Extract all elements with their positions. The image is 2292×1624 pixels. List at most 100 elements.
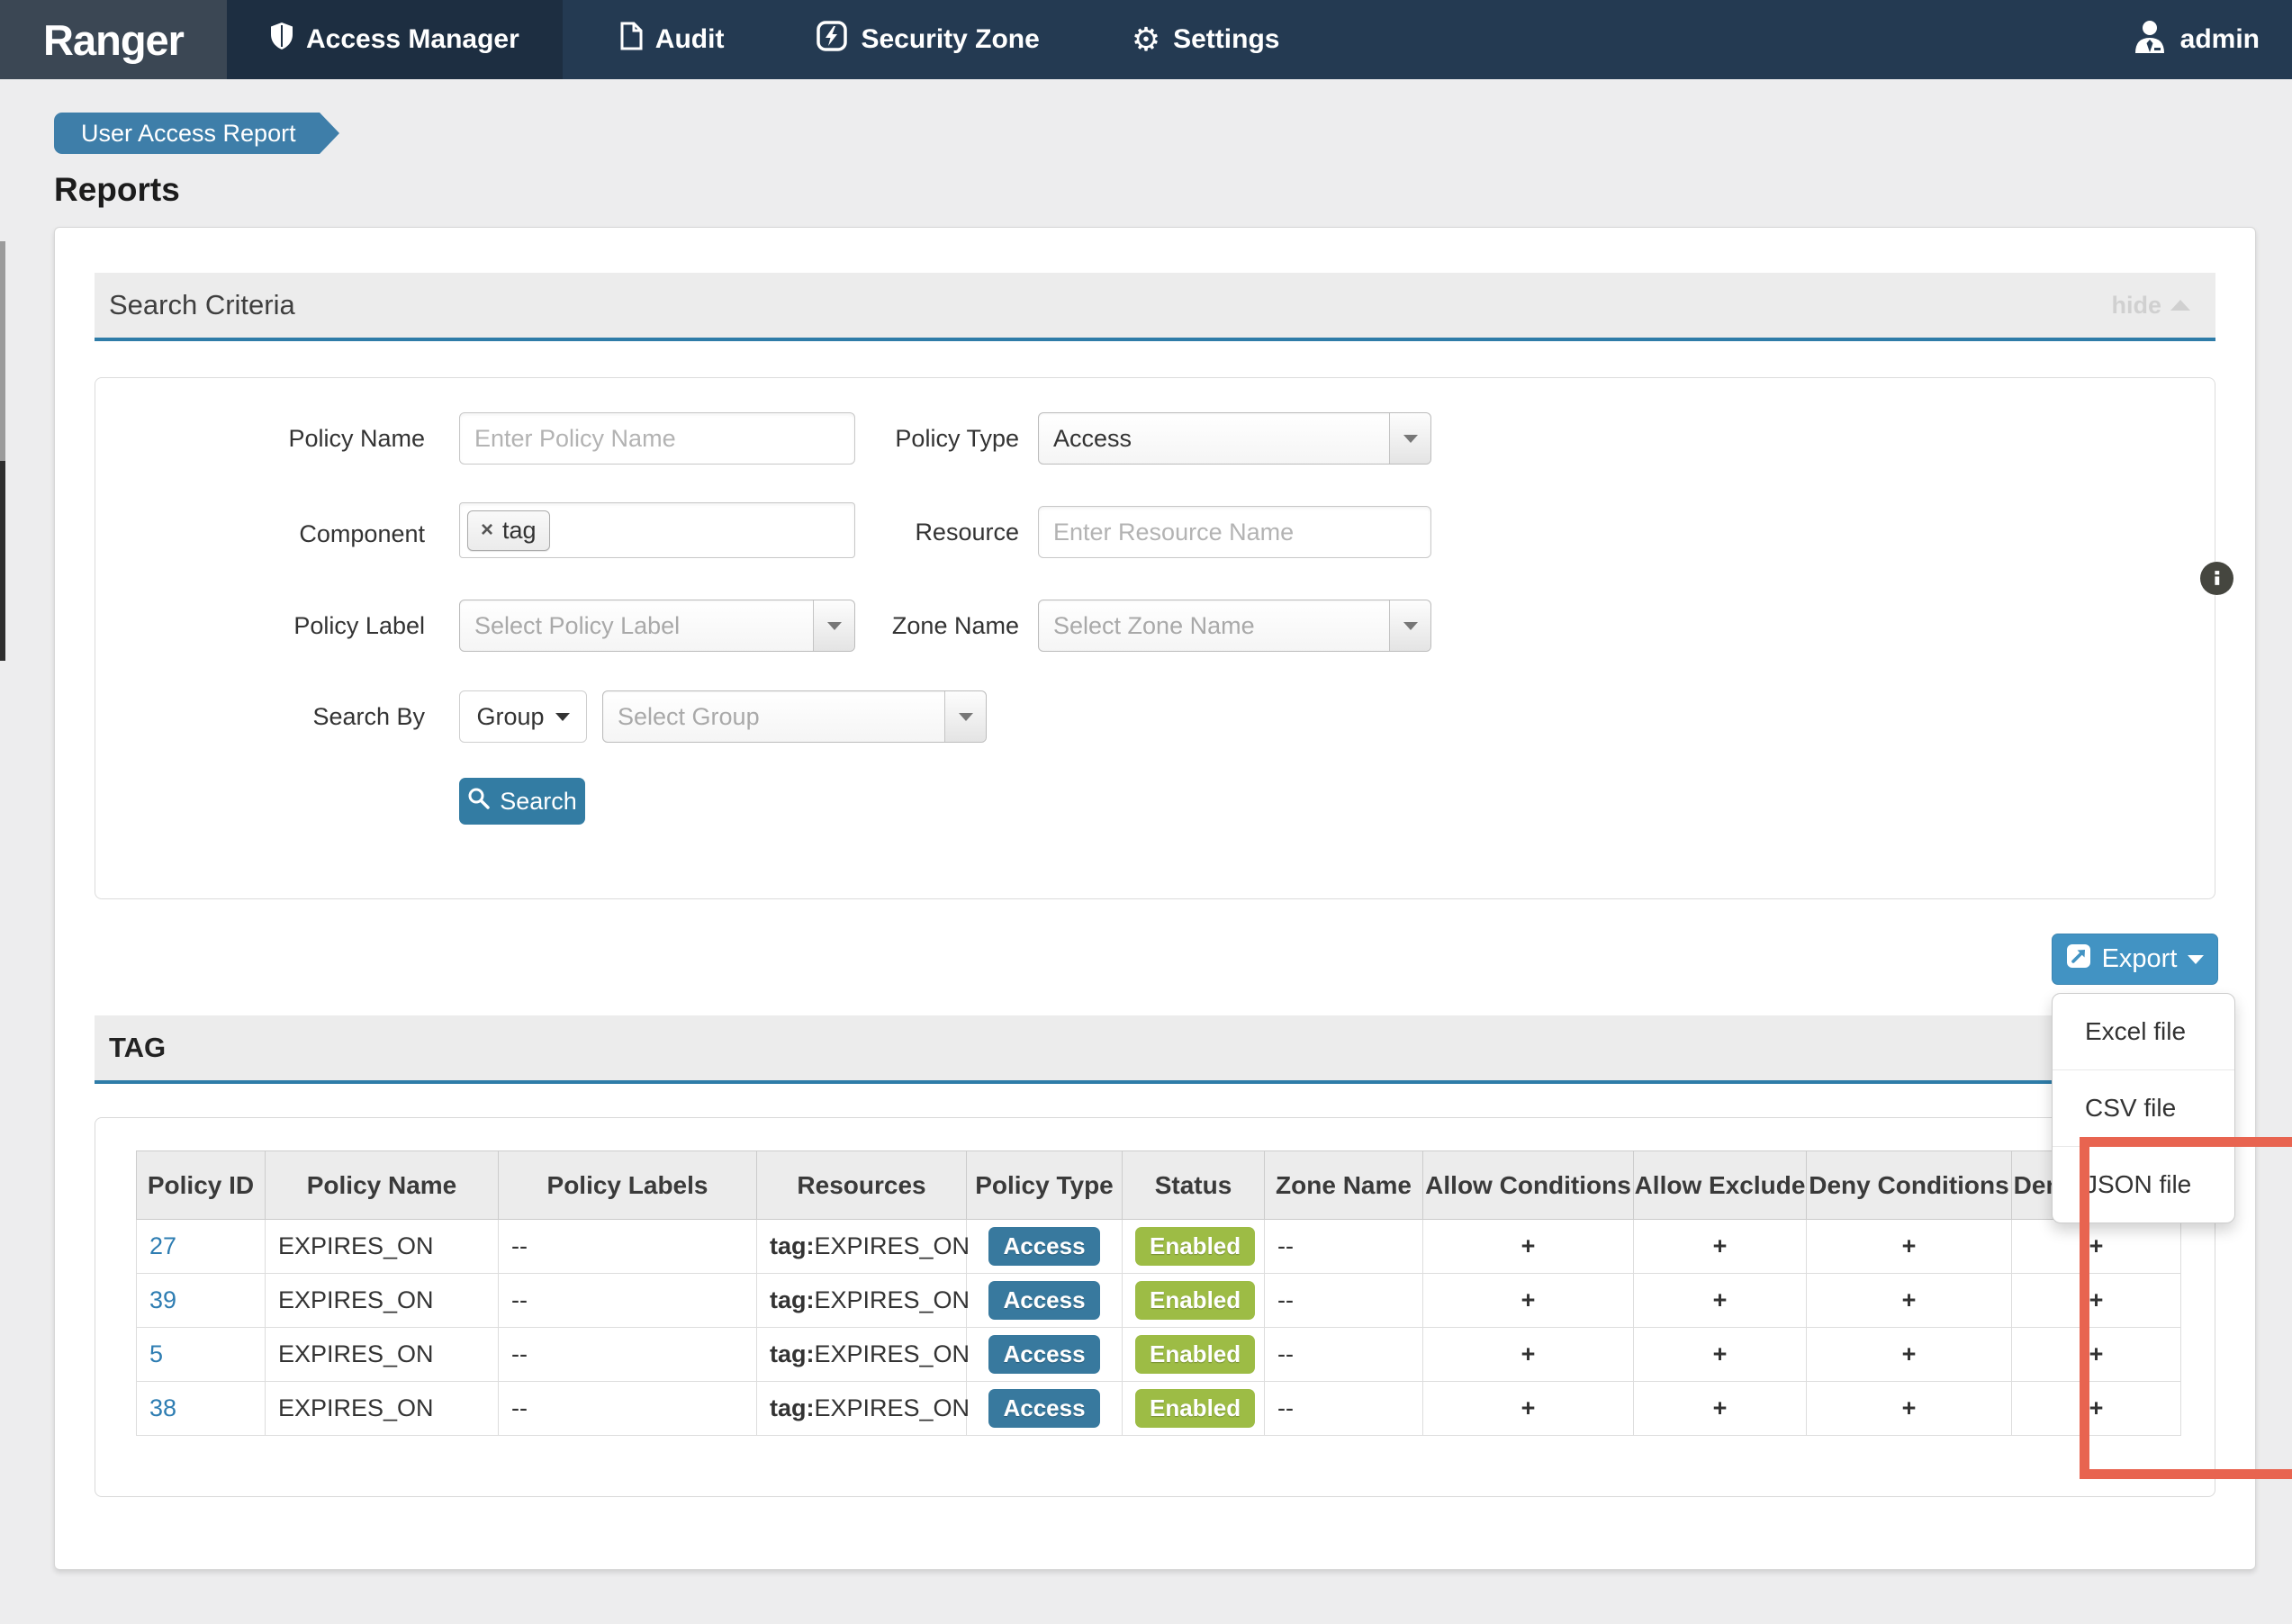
status-badge: Enabled [1135,1335,1255,1374]
chevron-down-icon [1389,413,1430,464]
policy-labels-cell: -- [499,1274,757,1328]
table-row: 5 EXPIRES_ON -- tag:EXPIRES_ON Access En… [137,1328,2181,1382]
deny-conditions-expander[interactable]: + [1807,1274,2012,1328]
resource-label: Resource [726,506,1019,558]
resources-cell: tag:EXPIRES_ON [757,1274,967,1328]
table-row: 38 EXPIRES_ON -- tag:EXPIRES_ON Access E… [137,1382,2181,1436]
policy-id-link[interactable]: 27 [149,1232,176,1259]
col-status: Status [1123,1151,1265,1220]
nav-item-label: Access Manager [306,24,519,55]
policy-name-cell: EXPIRES_ON [266,1328,499,1382]
zone-name-select[interactable]: Select Zone Name [1038,600,1431,652]
col-resources: Resources [757,1151,967,1220]
policy-label-placeholder: Select Policy Label [474,612,680,640]
remove-chip-icon[interactable]: × [481,519,493,541]
gear-icon: ⚙ [1132,23,1160,56]
allow-conditions-expander[interactable]: + [1423,1382,1634,1436]
resources-cell: tag:EXPIRES_ON [757,1382,967,1436]
allow-conditions-expander[interactable]: + [1423,1274,1634,1328]
component-chip: × tag [467,510,550,551]
policy-type-badge: Access [988,1281,1099,1320]
file-icon [620,22,643,58]
deny-exclude-expander[interactable]: + [2012,1220,2181,1274]
policy-id-link[interactable]: 5 [149,1340,163,1367]
chevron-down-icon [2188,955,2204,964]
policies-table-panel: Policy ID Policy Name Policy Labels Reso… [95,1117,2215,1497]
top-navbar: Ranger Access Manager Audit Security Zon… [0,0,2292,79]
nav-item-label: Security Zone [861,24,1039,55]
policy-name-label: Policy Name [95,412,425,465]
policy-type-badge: Access [988,1227,1099,1266]
nav-item-access-manager[interactable]: Access Manager [227,0,563,79]
nav-item-settings[interactable]: ⚙ Settings [1097,0,1314,79]
policy-type-badge: Access [988,1335,1099,1374]
menu-item-excel-file[interactable]: Excel file [2053,994,2234,1069]
page-title: Reports [54,171,180,209]
left-edge-strip [0,241,5,461]
breadcrumb[interactable]: User Access Report [54,113,320,154]
deny-conditions-expander[interactable]: + [1807,1382,2012,1436]
hide-toggle[interactable]: hide [2111,292,2190,320]
zone-name-cell: -- [1265,1274,1423,1328]
select-group-select[interactable]: Select Group [602,690,987,743]
col-policy-name: Policy Name [266,1151,499,1220]
user-avatar-icon [2132,18,2168,61]
col-policy-id: Policy ID [137,1151,266,1220]
info-icon[interactable] [2200,562,2233,595]
zone-name-cell: -- [1265,1220,1423,1274]
policy-type-value: Access [1053,425,1132,453]
search-by-selector[interactable]: Group [459,690,587,743]
table-header-row: Policy ID Policy Name Policy Labels Reso… [137,1151,2181,1220]
col-policy-labels: Policy Labels [499,1151,757,1220]
deny-exclude-expander[interactable]: + [2012,1328,2181,1382]
status-badge: Enabled [1135,1389,1255,1428]
export-button[interactable]: Export [2052,934,2218,985]
policy-type-select[interactable]: Access [1038,412,1431,465]
policy-label-label: Policy Label [95,600,425,652]
search-button-label: Search [500,788,577,816]
nav-item-security-zone[interactable]: Security Zone [781,0,1073,79]
nav-item-audit[interactable]: Audit [586,0,759,79]
search-icon [467,787,491,817]
nav-item-label: Audit [655,24,725,55]
policy-type-badge: Access [988,1389,1099,1428]
table-row: 27 EXPIRES_ON -- tag:EXPIRES_ON Access E… [137,1220,2181,1274]
user-menu[interactable]: admin [2132,0,2260,79]
resource-input[interactable] [1038,506,1431,558]
deny-conditions-expander[interactable]: + [1807,1220,2012,1274]
search-form: Policy Name Policy Type Access Component… [95,377,2215,899]
user-name: admin [2180,24,2260,55]
policy-labels-cell: -- [499,1220,757,1274]
status-badge: Enabled [1135,1281,1255,1320]
export-icon [2066,943,2091,976]
menu-item-json-file[interactable]: JSON file [2053,1146,2234,1223]
chevron-down-icon [555,713,570,721]
search-criteria-title: Search Criteria [109,289,295,321]
allow-exclude-expander[interactable]: + [1634,1274,1807,1328]
allow-conditions-expander[interactable]: + [1423,1328,1634,1382]
col-allow-conditions: Allow Conditions [1423,1151,1634,1220]
bolt-icon [816,20,848,59]
allow-exclude-expander[interactable]: + [1634,1328,1807,1382]
reports-card: Search Criteria hide Policy Name Policy … [54,227,2256,1570]
menu-item-csv-file[interactable]: CSV file [2053,1069,2234,1146]
status-badge: Enabled [1135,1227,1255,1266]
tag-section-title: TAG [109,1032,166,1064]
search-button[interactable]: Search [459,778,585,825]
policy-id-link[interactable]: 39 [149,1286,176,1313]
search-by-value: Group [476,703,544,731]
deny-conditions-expander[interactable]: + [1807,1328,2012,1382]
allow-exclude-expander[interactable]: + [1634,1382,1807,1436]
chevron-up-icon [2170,300,2190,311]
policy-id-link[interactable]: 38 [149,1394,176,1421]
policy-type-label: Policy Type [726,412,1019,465]
policy-labels-cell: -- [499,1382,757,1436]
zone-name-cell: -- [1265,1382,1423,1436]
deny-exclude-expander[interactable]: + [2012,1382,2181,1436]
resources-cell: tag:EXPIRES_ON [757,1328,967,1382]
allow-conditions-expander[interactable]: + [1423,1220,1634,1274]
deny-exclude-expander[interactable]: + [2012,1274,2181,1328]
allow-exclude-expander[interactable]: + [1634,1220,1807,1274]
ranger-logo[interactable]: Ranger [0,0,227,79]
policy-labels-cell: -- [499,1328,757,1382]
